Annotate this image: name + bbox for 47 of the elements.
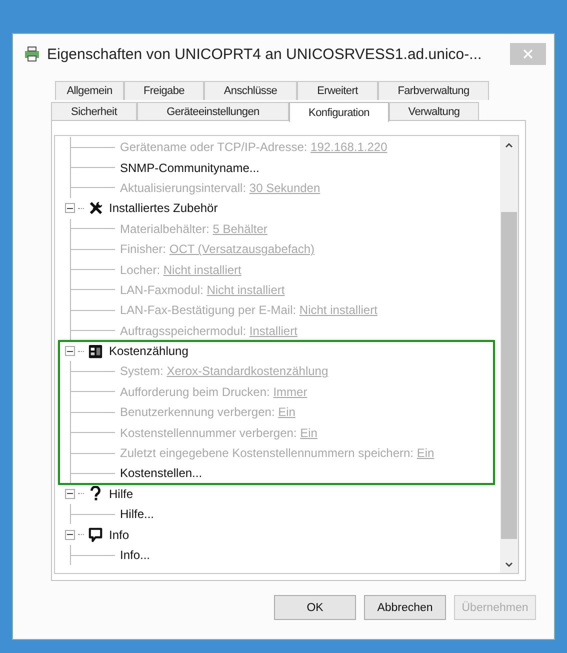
tree-group-label[interactable]: Hilfe xyxy=(106,486,134,501)
setting-text: Finisher: OCT (Versatzausgabefach) xyxy=(120,242,315,256)
setting-text: Zuletzt eingegebene Kostenstellennummern speichern: Ein xyxy=(120,446,434,460)
tab[interactable]: Freigabe xyxy=(124,81,204,100)
close-icon xyxy=(523,49,533,59)
tree-group-label[interactable]: Installiertes Zubehör xyxy=(106,201,218,216)
setting-text: Aufforderung beim Drucken: Immer xyxy=(120,384,308,399)
collapse-icon[interactable] xyxy=(65,346,75,356)
tab[interactable]: Konfiguration xyxy=(289,102,389,122)
tree-group-label[interactable]: Kostenzählung xyxy=(106,344,188,358)
window-title: Eigenschaften von UNICOPRT4 an UNICOSRVESS1.ad.unico-... xyxy=(47,46,483,62)
tab[interactable]: Anschlüsse xyxy=(204,81,297,100)
tools-icon xyxy=(88,200,102,216)
tab[interactable]: Geräteeinstellungen xyxy=(137,102,289,121)
setting-text: LAN-Faxmodul: Nicht installiert xyxy=(120,282,285,297)
tree-group-label[interactable]: Info xyxy=(106,528,130,542)
setting-text: Auftragsspeichermodul: Installiert xyxy=(120,324,298,338)
scrollbar[interactable] xyxy=(500,136,518,573)
accounting-icon xyxy=(88,344,102,359)
scrollbar-thumb[interactable] xyxy=(501,212,517,539)
setting-text: LAN-Fax-Bestätigung per E-Mail: Nicht installiert xyxy=(120,303,378,318)
dialog-button[interactable]: Abbrechen xyxy=(364,595,446,620)
tree-action-item[interactable]: Kostenstellen... xyxy=(120,466,202,480)
setting-text: System: Xerox-Standardkostenzählung xyxy=(120,364,328,378)
setting-text: Materialbehälter: 5 Behälter xyxy=(120,222,268,236)
dialog-button[interactable]: OK xyxy=(274,595,356,620)
setting-text: Gerätename oder TCP/IP-Adresse: 192.168.1.220 xyxy=(120,140,388,154)
tab[interactable]: Sicherheit xyxy=(51,102,137,121)
scroll-down-icon[interactable] xyxy=(505,562,513,566)
tree-action-item[interactable]: Info... xyxy=(120,548,150,562)
setting-text: Benutzerkennung verbergen: Ein xyxy=(120,405,296,420)
tree-action-item[interactable]: Hilfe... xyxy=(120,507,154,522)
tree-action-item[interactable]: SNMP-Communityname... xyxy=(120,160,260,175)
question-mark-icon xyxy=(90,486,100,502)
tab[interactable]: Allgemein xyxy=(55,81,124,100)
collapse-icon[interactable] xyxy=(65,530,75,540)
scroll-up-icon[interactable] xyxy=(505,142,513,148)
setting-text: Aktualisierungsintervall: 30 Sekunden xyxy=(120,180,320,195)
speech-bubble-icon xyxy=(88,527,102,542)
printer-icon xyxy=(23,45,41,63)
tab[interactable]: Farbverwaltung xyxy=(378,81,489,100)
tab[interactable]: Verwaltung xyxy=(389,102,479,121)
setting-text: Kostenstellennummer verbergen: Ein xyxy=(120,426,318,440)
collapse-icon[interactable] xyxy=(65,203,75,214)
collapse-icon[interactable] xyxy=(65,488,75,499)
tab[interactable]: Erweitert xyxy=(297,81,378,100)
setting-text: Locher: Nicht installiert xyxy=(120,262,242,277)
